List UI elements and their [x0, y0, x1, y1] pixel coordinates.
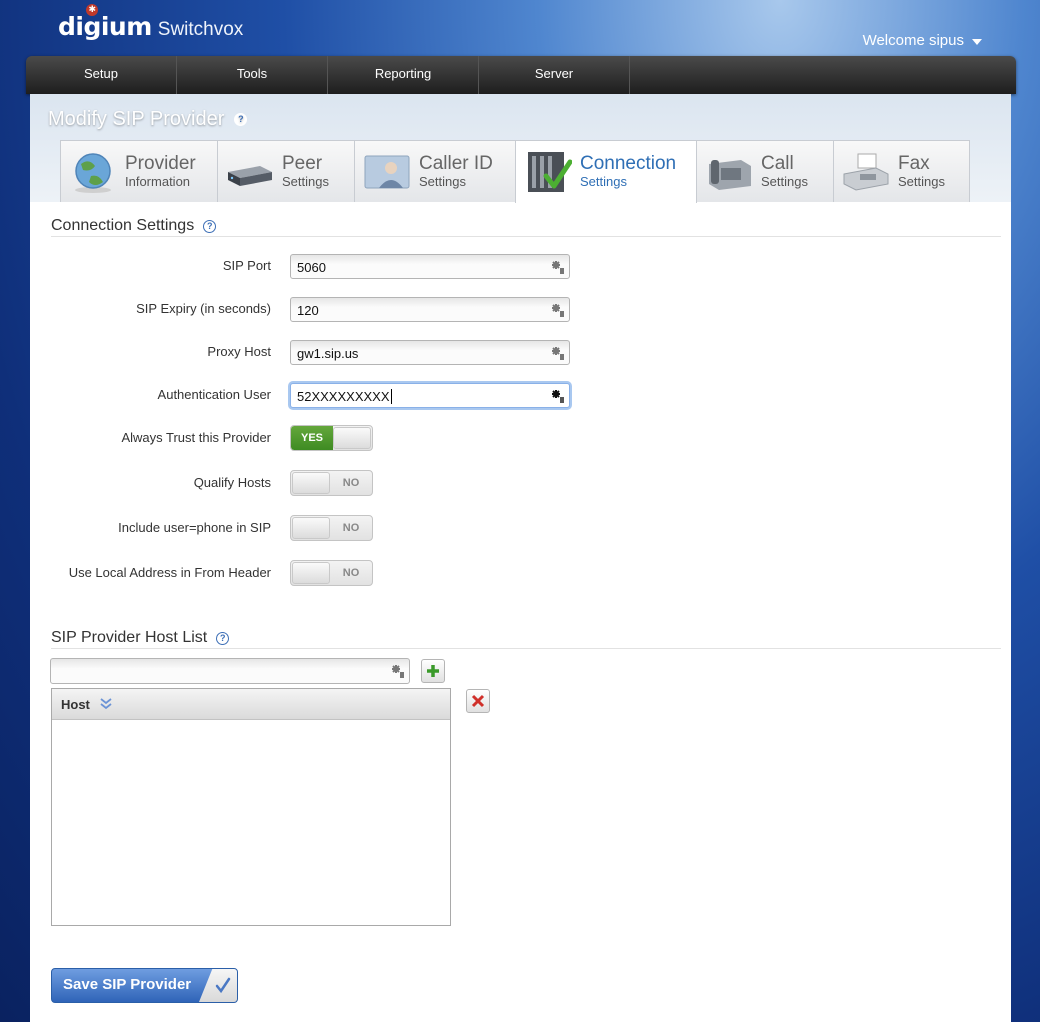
connection-settings-title: Connection Settings ?	[51, 217, 217, 235]
delete-host-button[interactable]	[466, 689, 490, 713]
chevron-down-icon	[972, 39, 982, 45]
phone-icon	[705, 150, 753, 194]
sip-port-value: 5060	[297, 260, 326, 275]
nav-tools[interactable]: Tools	[177, 56, 328, 94]
sip-expiry-label: SIP Expiry (in seconds)	[136, 301, 271, 316]
tab-subtitle: Settings	[282, 173, 329, 189]
help-icon[interactable]: ?	[203, 219, 217, 233]
sip-port-label: SIP Port	[222, 258, 271, 273]
product-name: Switchvox	[157, 19, 244, 40]
content-panel: Modify SIP Provider ? Provider Informatio…	[30, 94, 1011, 1022]
toggle-knob	[292, 517, 330, 539]
qualify-hosts-label: Qualify Hosts	[193, 475, 271, 490]
tab-connection-settings[interactable]: Connection Settings	[515, 140, 697, 203]
brand: ✱ digium Switchvox	[58, 4, 244, 41]
authentication-user-value: 52XXXXXXXXX	[297, 389, 390, 404]
divider	[51, 648, 1001, 649]
host-list-title: SIP Provider Host List ?	[51, 629, 230, 647]
section-title-text: SIP Provider Host List	[51, 629, 208, 646]
nav-reporting[interactable]: Reporting	[328, 56, 479, 94]
tab-title: Peer	[282, 152, 323, 174]
tab-provider-information[interactable]: Provider Information	[60, 140, 218, 202]
toggle-state: NO	[342, 522, 360, 534]
column-label: Host	[61, 696, 90, 712]
tab-fax-settings[interactable]: Fax Settings	[833, 140, 970, 202]
sort-chevron-down-icon	[100, 698, 112, 710]
tab-subtitle: Settings	[419, 173, 466, 189]
required-asterisk-icon	[552, 304, 564, 317]
connection-check-icon	[524, 150, 573, 194]
close-icon	[471, 694, 485, 708]
nav-setup[interactable]: Setup	[26, 56, 177, 94]
sip-expiry-input[interactable]: 120	[290, 297, 570, 322]
authentication-user-label: Authentication User	[157, 387, 271, 402]
text-cursor	[390, 389, 392, 404]
include-user-phone-toggle[interactable]: NO	[290, 515, 373, 541]
use-local-address-toggle[interactable]: NO	[290, 560, 373, 586]
tab-title: Call	[761, 152, 794, 174]
required-asterisk-icon	[552, 390, 564, 403]
qualify-hosts-toggle[interactable]: NO	[290, 470, 373, 496]
tab-caller-id-settings[interactable]: Caller ID Settings	[354, 140, 516, 202]
include-user-phone-label: Include user=phone in SIP	[118, 520, 271, 535]
host-column-header[interactable]: Host	[52, 689, 450, 720]
tab-subtitle: Settings	[898, 173, 945, 189]
tab-subtitle: Settings	[580, 174, 627, 189]
toggle-knob	[292, 562, 330, 584]
help-icon[interactable]: ?	[234, 113, 248, 126]
proxy-host-input[interactable]: gw1.sip.us	[290, 340, 570, 365]
fax-icon	[842, 150, 890, 194]
tab-subtitle: Information	[125, 173, 191, 189]
save-sip-provider-button[interactable]: Save SIP Provider	[51, 968, 238, 1003]
host-input[interactable]	[50, 658, 410, 684]
sip-port-input[interactable]: 5060	[290, 254, 570, 279]
toggle-state: NO	[342, 477, 360, 489]
toggle-knob	[292, 472, 330, 494]
add-host-button[interactable]	[421, 659, 445, 683]
nav-server[interactable]: Server	[479, 56, 630, 94]
always-trust-label: Always Trust this Provider	[121, 430, 271, 445]
tab-call-settings[interactable]: Call Settings	[696, 140, 834, 202]
save-label: Save SIP Provider	[63, 976, 192, 993]
page-title-text: Modify SIP Provider	[48, 108, 225, 130]
toggle-state: YES	[291, 426, 333, 450]
plus-icon	[427, 665, 439, 677]
proxy-host-value: gw1.sip.us	[297, 346, 359, 361]
sip-expiry-value: 120	[297, 303, 319, 318]
router-icon	[226, 150, 274, 194]
use-local-address-label: Use Local Address in From Header	[68, 565, 271, 580]
checkmark-icon	[199, 969, 237, 1002]
main-nav: Setup Tools Reporting Server	[26, 56, 1016, 94]
required-asterisk-icon	[552, 261, 564, 274]
digium-logo: ✱ digium	[58, 4, 152, 41]
required-asterisk-icon	[392, 665, 404, 678]
authentication-user-input[interactable]: 52XXXXXXXXX	[290, 383, 570, 408]
tab-title: Provider	[125, 152, 196, 174]
help-icon[interactable]: ?	[216, 631, 230, 645]
tab-bar: Provider Information Peer Settings Caller …	[60, 140, 970, 203]
panel-header: Modify SIP Provider ? Provider Informatio…	[30, 94, 1011, 203]
globe-icon	[69, 150, 117, 194]
tab-title: Connection	[580, 153, 677, 174]
tab-title: Caller ID	[419, 152, 493, 174]
section-title-text: Connection Settings	[51, 217, 195, 234]
user-menu[interactable]: Welcome sipus	[863, 32, 982, 49]
page-title: Modify SIP Provider ?	[48, 108, 248, 131]
logo-star-icon: ✱	[86, 4, 98, 16]
tab-subtitle: Settings	[761, 173, 808, 189]
proxy-host-label: Proxy Host	[207, 344, 271, 359]
logo-text: digium	[58, 12, 152, 41]
tab-title: Fax	[898, 152, 930, 174]
tab-peer-settings[interactable]: Peer Settings	[217, 140, 355, 202]
toggle-state: NO	[342, 567, 360, 579]
person-icon	[363, 150, 411, 194]
required-asterisk-icon	[552, 347, 564, 360]
welcome-text: Welcome sipus	[862, 32, 964, 49]
always-trust-toggle[interactable]: YES	[290, 425, 373, 451]
host-grid: Host	[51, 688, 451, 926]
divider	[51, 236, 1001, 237]
toggle-knob	[333, 427, 371, 449]
